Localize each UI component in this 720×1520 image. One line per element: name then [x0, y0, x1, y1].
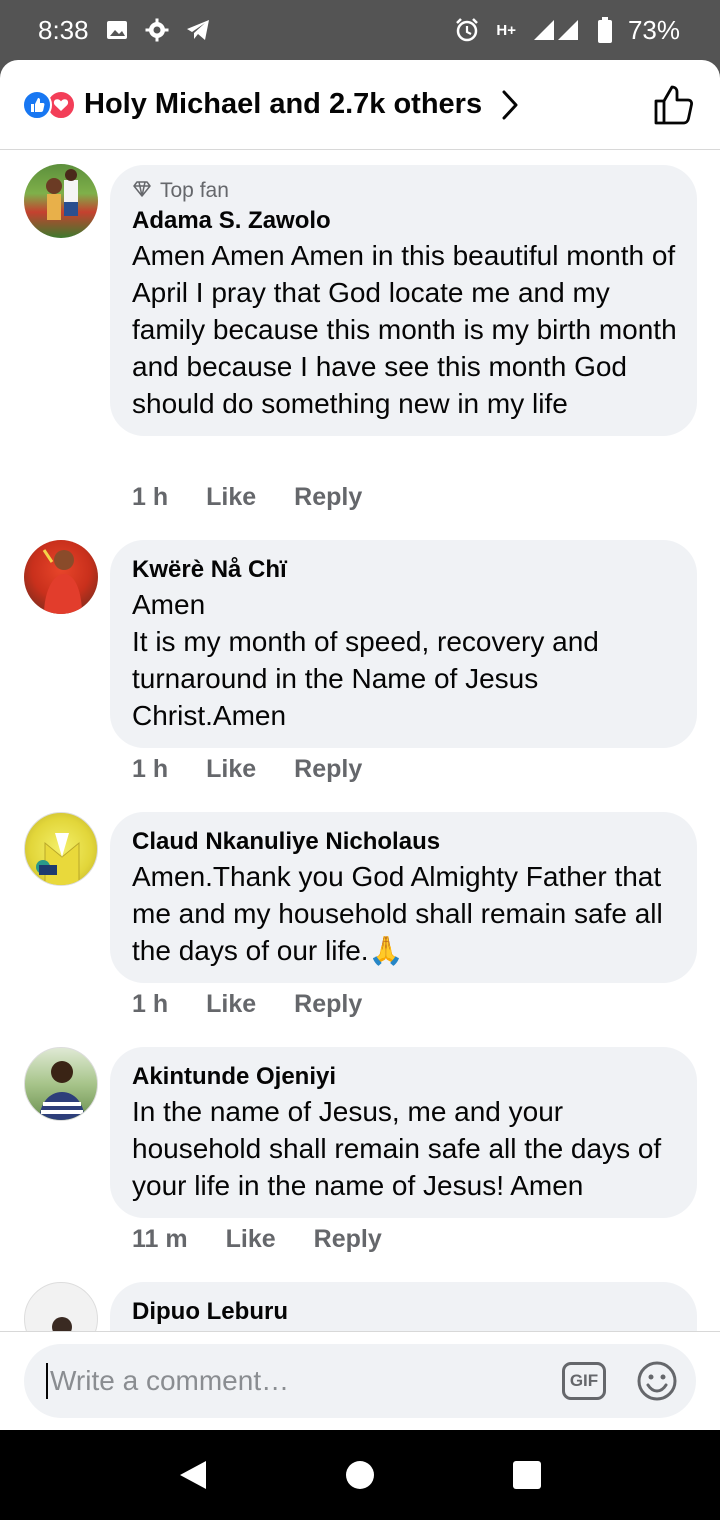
avatar[interactable] — [24, 1282, 98, 1331]
comment-bubble[interactable]: Dipuo Leburu — [110, 1282, 697, 1331]
comment-author[interactable]: Kwërè Nå Chï — [132, 554, 677, 586]
status-right: H+ 73% — [454, 15, 680, 46]
comment-actions: 1 h Like Reply — [132, 755, 362, 784]
comment-text: Amen It is my month of speed, recovery a… — [132, 589, 599, 731]
settings-icon — [145, 18, 169, 42]
signal-icon — [532, 18, 582, 42]
comment-bubble[interactable]: Claud Nkanuliye Nicholaus Amen.Thank you… — [110, 812, 697, 983]
comment-author[interactable]: Claud Nkanuliye Nicholaus — [132, 826, 677, 858]
comment-author[interactable]: Dipuo Leburu — [132, 1296, 677, 1328]
comment-text: In the name of Jesus, me and your househ… — [132, 1096, 662, 1201]
network-icon: H+ — [496, 21, 516, 39]
avatar[interactable] — [24, 1047, 98, 1121]
system-nav-bar — [0, 1430, 720, 1520]
like-reaction-icon — [22, 89, 52, 120]
comment-time: 1 h — [132, 483, 169, 511]
avatar[interactable] — [24, 812, 98, 886]
comment-bubble[interactable]: Kwërè Nå Chï Amen It is my month of spee… — [110, 540, 697, 748]
back-icon[interactable] — [178, 1459, 208, 1491]
status-left: 8:38 — [38, 15, 211, 46]
reply-button[interactable]: Reply — [294, 483, 362, 512]
reply-button[interactable]: Reply — [314, 1225, 382, 1254]
like-button[interactable]: Like — [206, 755, 256, 784]
comments-list[interactable]: Top fan Adama S. Zawolo Amen Amen Amen i… — [0, 151, 720, 1331]
like-button[interactable]: Like — [206, 990, 256, 1019]
reactions-header[interactable]: Holy Michael and 2.7k others — [0, 60, 720, 150]
comment-time: 1 h — [132, 755, 169, 783]
comment-time: 1 h — [132, 990, 169, 1018]
comments-sheet: Holy Michael and 2.7k others Top fan Ada… — [0, 60, 720, 1430]
thumbs-up-icon[interactable] — [652, 83, 696, 127]
gif-button[interactable]: GIF — [562, 1362, 606, 1400]
chevron-right-icon[interactable] — [500, 89, 520, 121]
alarm-icon — [454, 17, 480, 43]
reaction-icons — [22, 89, 76, 120]
comment-actions: 1 h Like Reply — [132, 990, 362, 1019]
recents-icon[interactable] — [512, 1460, 542, 1490]
top-fan-label: Top fan — [160, 179, 229, 202]
reply-button[interactable]: Reply — [294, 990, 362, 1019]
comment-bubble[interactable]: Akintunde Ojeniyi In the name of Jesus, … — [110, 1047, 697, 1218]
comment-actions: 11 m Like Reply — [132, 1225, 382, 1254]
telegram-icon — [185, 18, 211, 42]
composer-bar: GIF — [0, 1331, 720, 1430]
gallery-icon — [105, 18, 129, 42]
home-icon[interactable] — [345, 1460, 375, 1490]
like-button[interactable]: Like — [226, 1225, 276, 1254]
text-caret — [46, 1363, 48, 1399]
battery-icon — [597, 17, 612, 43]
status-bar: 8:38 H+ 73% — [0, 0, 720, 60]
comment-composer[interactable]: GIF — [24, 1344, 696, 1418]
avatar[interactable] — [24, 164, 98, 238]
comment-input[interactable] — [50, 1365, 562, 1397]
comment-text: Amen Amen Amen in this beautiful month o… — [132, 240, 677, 419]
comment-text: Amen.Thank you God Almighty Father that … — [132, 861, 663, 966]
comment-bubble[interactable]: Top fan Adama S. Zawolo Amen Amen Amen i… — [110, 165, 697, 436]
comment-actions: 1 h Like Reply — [132, 483, 362, 512]
battery-percent: 73% — [627, 14, 680, 45]
reply-button[interactable]: Reply — [294, 755, 362, 784]
diamond-icon — [132, 179, 152, 203]
reactions-summary[interactable]: Holy Michael and 2.7k others — [84, 88, 482, 121]
avatar[interactable] — [24, 540, 98, 614]
status-time: 8:38 — [38, 14, 89, 45]
like-button[interactable]: Like — [206, 483, 256, 512]
emoji-icon[interactable] — [636, 1360, 678, 1402]
comment-author[interactable]: Akintunde Ojeniyi — [132, 1061, 677, 1093]
top-fan-badge: Top fan — [132, 179, 677, 203]
comment-time: 11 m — [132, 1225, 188, 1253]
comment-author[interactable]: Adama S. Zawolo — [132, 205, 677, 237]
